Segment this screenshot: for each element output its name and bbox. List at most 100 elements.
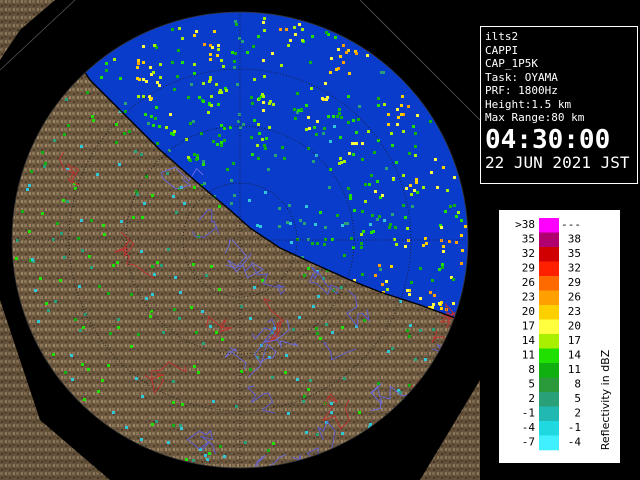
site-name: ilts2 — [485, 30, 519, 43]
echo-cell — [410, 281, 413, 284]
echo-cell — [212, 140, 215, 143]
echo-cell — [341, 326, 344, 329]
echo-cell — [347, 95, 350, 98]
echo-cell — [230, 179, 233, 182]
legend-low-label: -7 — [522, 436, 535, 449]
echo-cell — [393, 238, 396, 241]
echo-cell — [414, 358, 417, 361]
echo-cell — [286, 221, 289, 224]
echo-cell — [424, 358, 427, 361]
legend-panel: >38 --- 35 38 32 35 29 32 26 29 23 26 20 23 17 20 14 17 11… — [499, 210, 620, 463]
echo-cell — [135, 190, 138, 193]
echo-cell — [21, 210, 24, 213]
legend-color-swatch — [539, 377, 559, 393]
echo-cell — [415, 178, 418, 181]
echo-cell — [162, 331, 165, 334]
echo-cell — [283, 157, 286, 160]
legend-color-swatch — [539, 276, 559, 291]
echo-cell — [74, 318, 77, 321]
echo-cell — [310, 87, 313, 90]
echo-cell — [337, 48, 340, 51]
legend-color-swatch — [539, 319, 559, 335]
echo-cell — [88, 255, 91, 258]
echo-cell — [203, 182, 206, 185]
echo-cell — [26, 188, 29, 191]
echo-cell — [222, 65, 225, 68]
echo-cell — [340, 116, 343, 119]
echo-cell — [460, 219, 463, 222]
echo-cell — [442, 166, 445, 169]
echo-cell — [394, 226, 397, 229]
echo-cell — [41, 212, 44, 215]
echo-cell — [209, 325, 212, 328]
echo-cell — [115, 123, 118, 126]
echo-cell — [98, 285, 101, 288]
echo-cell — [377, 97, 380, 100]
echo-cell — [149, 315, 152, 318]
echo-cell — [395, 161, 398, 164]
echo-cell — [207, 111, 210, 114]
echo-cell — [202, 82, 205, 85]
echo-cell — [152, 71, 155, 74]
echo-cell — [442, 250, 445, 253]
legend-low-label: 2 — [528, 392, 535, 405]
echo-cell — [363, 319, 366, 322]
legend-low-label: 5 — [528, 378, 535, 391]
echo-cell — [407, 105, 410, 108]
echo-cell — [238, 37, 241, 40]
echo-cell — [165, 126, 168, 129]
echo-cell — [338, 112, 341, 115]
echo-cell — [202, 163, 205, 166]
echo-cell — [401, 95, 404, 98]
echo-cell — [329, 71, 332, 74]
echo-cell — [293, 26, 296, 29]
echo-cell — [64, 371, 67, 374]
echo-cell — [234, 52, 237, 55]
echo-cell — [169, 113, 172, 116]
echo-cell — [251, 153, 254, 156]
echo-cell — [156, 142, 159, 145]
echo-cell — [206, 458, 209, 461]
echo-cell — [215, 83, 218, 86]
legend-high-label: 26 — [568, 291, 581, 304]
echo-cell — [249, 317, 252, 320]
echo-cell — [391, 213, 394, 216]
echo-cell — [308, 127, 311, 130]
echo-cell — [136, 66, 139, 69]
echo-cell — [360, 233, 363, 236]
echo-cell — [52, 238, 55, 241]
echo-cell — [63, 133, 66, 136]
echo-cell — [52, 353, 55, 356]
echo-cell — [361, 158, 364, 161]
echo-cell — [66, 200, 69, 203]
echo-cell — [388, 226, 391, 229]
echo-cell — [334, 36, 337, 39]
echo-cell — [172, 380, 175, 383]
echo-cell — [441, 266, 444, 269]
legend-low-label: >38 — [515, 218, 535, 231]
echo-cell — [396, 108, 399, 111]
echo-cell — [156, 261, 159, 264]
echo-cell — [140, 250, 143, 253]
echo-cell — [232, 162, 235, 165]
echo-cell — [284, 371, 287, 374]
echo-cell — [361, 273, 364, 276]
echo-cell — [422, 244, 425, 247]
echo-cell — [174, 276, 177, 279]
echo-cell — [271, 376, 274, 379]
legend-title: Reflectivity in dBZ — [599, 349, 612, 450]
echo-cell — [257, 157, 260, 160]
echo-cell — [453, 204, 456, 207]
echo-cell — [59, 279, 62, 282]
echo-cell — [230, 202, 233, 205]
echo-cell — [425, 242, 428, 245]
legend-high-label: 2 — [574, 407, 581, 420]
echo-cell — [118, 163, 121, 166]
echo-cell — [402, 204, 405, 207]
echo-cell — [130, 345, 133, 348]
echo-cell — [248, 199, 251, 202]
legend-color-swatch — [539, 232, 559, 248]
echo-cell — [387, 350, 390, 353]
echo-cell — [212, 400, 215, 403]
echo-cell — [352, 119, 355, 122]
